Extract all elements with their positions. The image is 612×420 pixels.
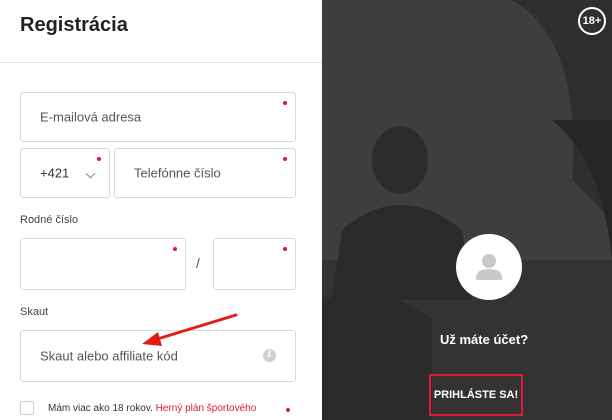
required-dot (286, 408, 290, 412)
rodne-cislo-second-field[interactable] (213, 238, 296, 290)
user-avatar-icon (456, 234, 522, 300)
rodne-cislo-label: Rodné číslo (20, 214, 79, 226)
email-field[interactable]: E-mailová adresa (20, 92, 296, 142)
phone-field[interactable]: Telefónne číslo (114, 148, 296, 198)
email-placeholder: E-mailová adresa (40, 109, 142, 125)
skaut-label: Skaut (20, 306, 49, 318)
page-title: Registrácia (20, 14, 128, 36)
required-dot (97, 157, 101, 161)
phone-prefix-select[interactable]: +421 (20, 148, 110, 198)
age-checkbox-text: Mám viac ako 18 rokov. (48, 403, 153, 414)
info-icon[interactable]: i (263, 349, 276, 362)
red-arrow-annotation (142, 313, 238, 346)
age-checkbox-label: Mám viac ako 18 rokov. Herný plán športo… (48, 403, 256, 414)
phone-placeholder: Telefónne číslo (134, 165, 221, 181)
chevron-down-icon (85, 168, 96, 179)
rodne-cislo-first-field[interactable] (20, 238, 186, 290)
login-side-panel: 18+ Už máte účet? PRIHLÁSTE SA! (322, 0, 612, 420)
registration-header: Registrácia (0, 0, 322, 63)
age-restriction-badge: 18+ (578, 7, 606, 35)
skaut-placeholder: Skaut alebo affiliate kód (40, 348, 178, 364)
terms-link[interactable]: Herný plán športového (156, 403, 257, 414)
have-account-text: Už máte účet? (440, 332, 529, 347)
required-dot (283, 247, 287, 251)
age-checkbox[interactable] (20, 401, 34, 415)
login-button[interactable]: PRIHLÁSTE SA! (429, 374, 523, 416)
phone-prefix-value: +421 (40, 165, 70, 181)
required-dot (173, 247, 177, 251)
background-photo (322, 0, 612, 420)
rodne-cislo-separator: / (196, 255, 200, 271)
required-dot (283, 157, 287, 161)
registration-panel: Registrácia E-mailová adresa +421 Telefó… (0, 0, 322, 420)
required-dot (283, 101, 287, 105)
